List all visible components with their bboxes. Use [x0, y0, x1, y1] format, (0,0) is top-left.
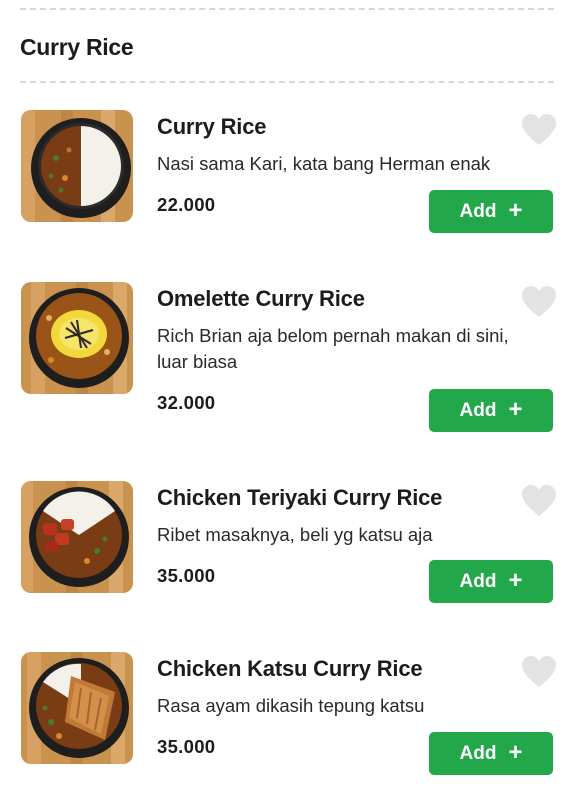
- item-price: 22.000: [157, 194, 216, 215]
- add-button-label: Add: [459, 200, 497, 222]
- item-description: Rasa ayam dikasih tepung katsu: [157, 695, 425, 716]
- item-description: Nasi sama Kari, kata bang Herman enak: [157, 153, 491, 174]
- menu-item[interactable]: Chicken Teriyaki Curry Rice Ribet masakn…: [0, 479, 574, 629]
- add-button[interactable]: Add +: [429, 560, 553, 603]
- section-divider: [20, 81, 554, 83]
- menu-item[interactable]: Chicken Katsu Curry Rice Rasa ayam dikas…: [0, 650, 574, 794]
- item-description: Rich Brian aja belom pernah makan di sin…: [157, 325, 509, 372]
- add-button-label: Add: [459, 570, 497, 592]
- favorite-heart-icon[interactable]: [521, 655, 557, 689]
- item-description: Ribet masaknya, beli yg katsu aja: [157, 524, 433, 545]
- omelette-curry-rice-photo-icon[interactable]: [21, 282, 133, 394]
- plus-icon: +: [508, 395, 523, 423]
- item-name: Curry Rice: [157, 114, 267, 139]
- item-price: 35.000: [157, 565, 216, 586]
- item-name: Chicken Teriyaki Curry Rice: [157, 485, 443, 510]
- plus-icon: +: [508, 738, 523, 766]
- favorite-heart-icon[interactable]: [521, 113, 557, 147]
- item-name: Chicken Katsu Curry Rice: [157, 656, 423, 681]
- item-price: 32.000: [157, 392, 216, 413]
- top-divider: [20, 8, 554, 10]
- item-name: Omelette Curry Rice: [157, 286, 365, 311]
- curry-rice-photo-icon[interactable]: [21, 110, 133, 222]
- section-title: Curry Rice: [20, 34, 134, 60]
- plus-icon: +: [508, 196, 523, 224]
- menu-item[interactable]: Omelette Curry Rice Rich Brian aja belom…: [0, 280, 574, 432]
- menu-item[interactable]: Curry Rice Nasi sama Kari, kata bang Her…: [0, 108, 574, 258]
- item-price: 35.000: [157, 736, 216, 757]
- add-button-label: Add: [459, 742, 497, 764]
- add-button[interactable]: Add +: [429, 732, 553, 775]
- chicken-katsu-curry-rice-photo-icon[interactable]: [21, 652, 133, 764]
- favorite-heart-icon[interactable]: [521, 484, 557, 518]
- add-button-label: Add: [459, 399, 497, 421]
- chicken-teriyaki-curry-rice-photo-icon[interactable]: [21, 481, 133, 593]
- favorite-heart-icon[interactable]: [521, 285, 557, 319]
- add-button[interactable]: Add +: [429, 190, 553, 233]
- plus-icon: +: [508, 566, 523, 594]
- add-button[interactable]: Add +: [429, 389, 553, 432]
